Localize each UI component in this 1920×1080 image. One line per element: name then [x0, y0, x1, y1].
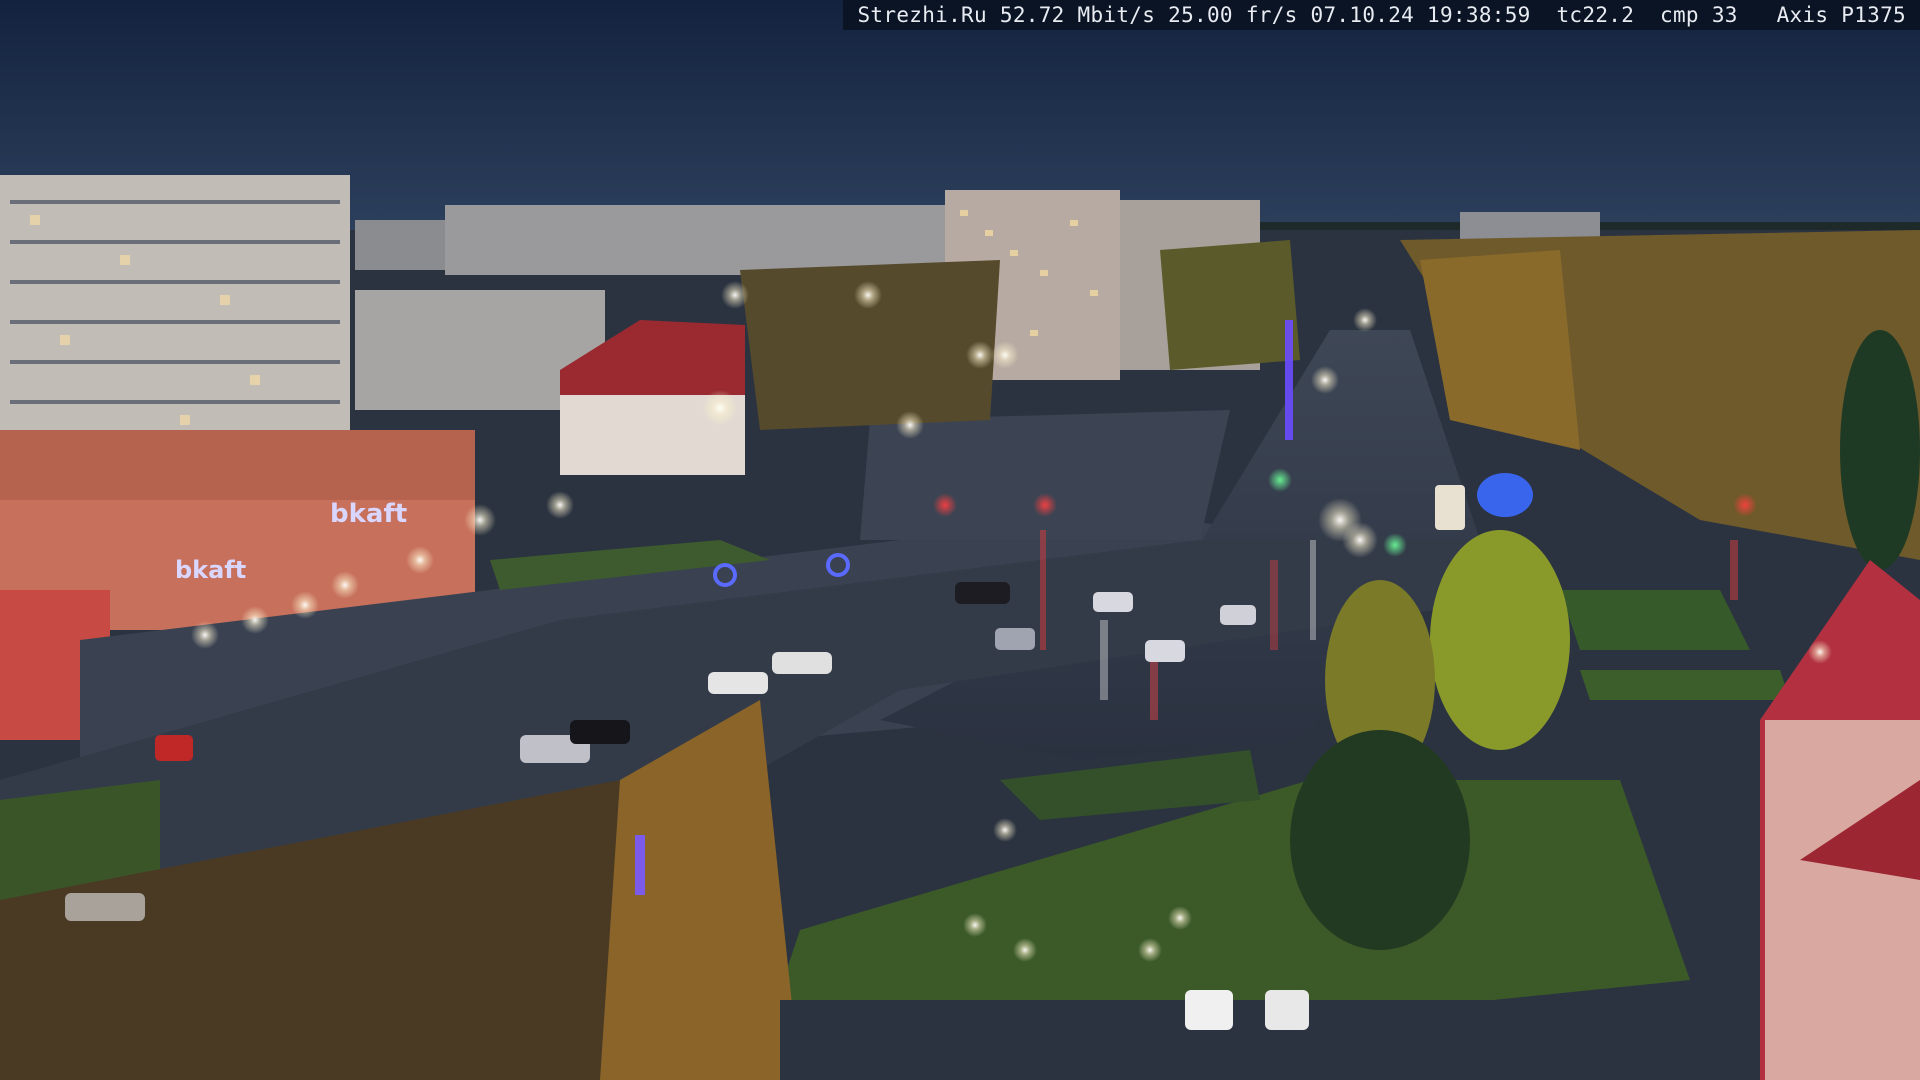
lawn-right-upper — [1560, 590, 1750, 650]
overlay-bitrate: 52.72 Mbit/s — [999, 3, 1156, 27]
overlay-time: 19:38:59 — [1427, 3, 1531, 27]
overlay-framerate: 25.00 fr/s — [1168, 3, 1298, 27]
camera-scene: bkaft bkaft — [0, 0, 1920, 1080]
overlay-date: 07.10.24 — [1310, 3, 1415, 27]
store-sign: bkaft — [330, 499, 407, 529]
overlay-camera: Axis P1375 — [1776, 3, 1906, 27]
bottom-parking — [780, 1000, 1740, 1080]
camera-overlay: Strezhi.Ru 52.72 Mbit/s 25.00 fr/s 07.10… — [843, 0, 1920, 30]
lawn-right-2 — [1580, 670, 1790, 700]
overlay-tc: tc22.2 — [1556, 3, 1635, 27]
store-sign-2: bkaft — [175, 556, 246, 584]
overlay-cmp: cmp 33 — [1660, 3, 1738, 27]
overlay-site: Strezhi.Ru — [857, 3, 987, 27]
